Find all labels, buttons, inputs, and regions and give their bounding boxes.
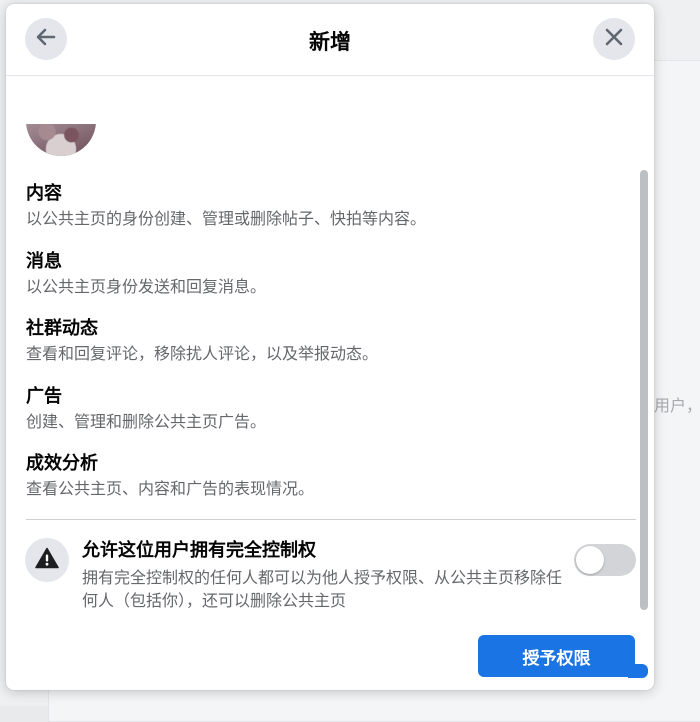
grant-permissions-button[interactable]: 授予权限 bbox=[478, 635, 635, 677]
list-item: 社群动态 查看和回复评论，移除扰人评论，以及举报动态。 bbox=[26, 317, 626, 385]
scrollbar[interactable] bbox=[640, 170, 648, 610]
permission-title: 消息 bbox=[26, 250, 62, 272]
full-control-description: 拥有完全控制权的任何人都可以为他人授予权限、从公共主页移除任何人（包括你），还可… bbox=[82, 568, 563, 610]
background-partial-text: 用户， bbox=[654, 396, 700, 415]
add-person-dialog: 新增 内容 以公共主页的身份创建、管理或删除帖子、快拍等内容。 消息 以公共主页… bbox=[6, 4, 654, 690]
dialog-header: 新增 bbox=[6, 4, 654, 76]
permission-description: 查看公共主页、内容和广告的表现情况。 bbox=[26, 479, 315, 498]
full-control-toggle[interactable] bbox=[574, 544, 636, 576]
warning-icon bbox=[35, 547, 59, 573]
permission-description: 以公共主页身份发送和回复消息。 bbox=[26, 276, 267, 296]
full-control-section: 允许这位用户拥有完全控制权 拥有完全控制权的任何人都可以为他人授予权限、从公共主… bbox=[82, 539, 562, 612]
dialog-title: 新增 bbox=[309, 30, 351, 54]
close-icon bbox=[604, 27, 624, 51]
toggle-knob bbox=[576, 546, 604, 574]
permission-title: 社群动态 bbox=[26, 318, 98, 339]
permission-description: 创建、管理和删除公共主页广告。 bbox=[26, 411, 267, 431]
list-item: 广告 创建、管理和删除公共主页广告。 bbox=[26, 385, 626, 453]
permission-description: 以公共主页的身份创建、管理或删除帖子、快拍等内容。 bbox=[26, 209, 427, 228]
permission-list: 内容 以公共主页的身份创建、管理或删除帖子、快拍等内容。 消息 以公共主页身份发… bbox=[26, 182, 626, 520]
avatar bbox=[26, 124, 96, 156]
permission-title: 成效分析 bbox=[26, 453, 98, 474]
permission-title: 内容 bbox=[26, 183, 62, 204]
list-item: 成效分析 查看公共主页、内容和广告的表现情况。 bbox=[26, 452, 626, 520]
permission-description: 查看和回复评论，移除扰人评论，以及举报动态。 bbox=[26, 344, 379, 363]
permission-title: 广告 bbox=[26, 385, 62, 407]
list-item: 内容 以公共主页的身份创建、管理或删除帖子、快拍等内容。 bbox=[26, 182, 626, 250]
close-button[interactable] bbox=[593, 18, 635, 60]
full-control-title: 允许这位用户拥有完全控制权 bbox=[82, 540, 316, 561]
warning-icon-container bbox=[25, 538, 69, 582]
divider bbox=[26, 519, 636, 520]
list-item: 消息 以公共主页身份发送和回复消息。 bbox=[26, 250, 626, 318]
